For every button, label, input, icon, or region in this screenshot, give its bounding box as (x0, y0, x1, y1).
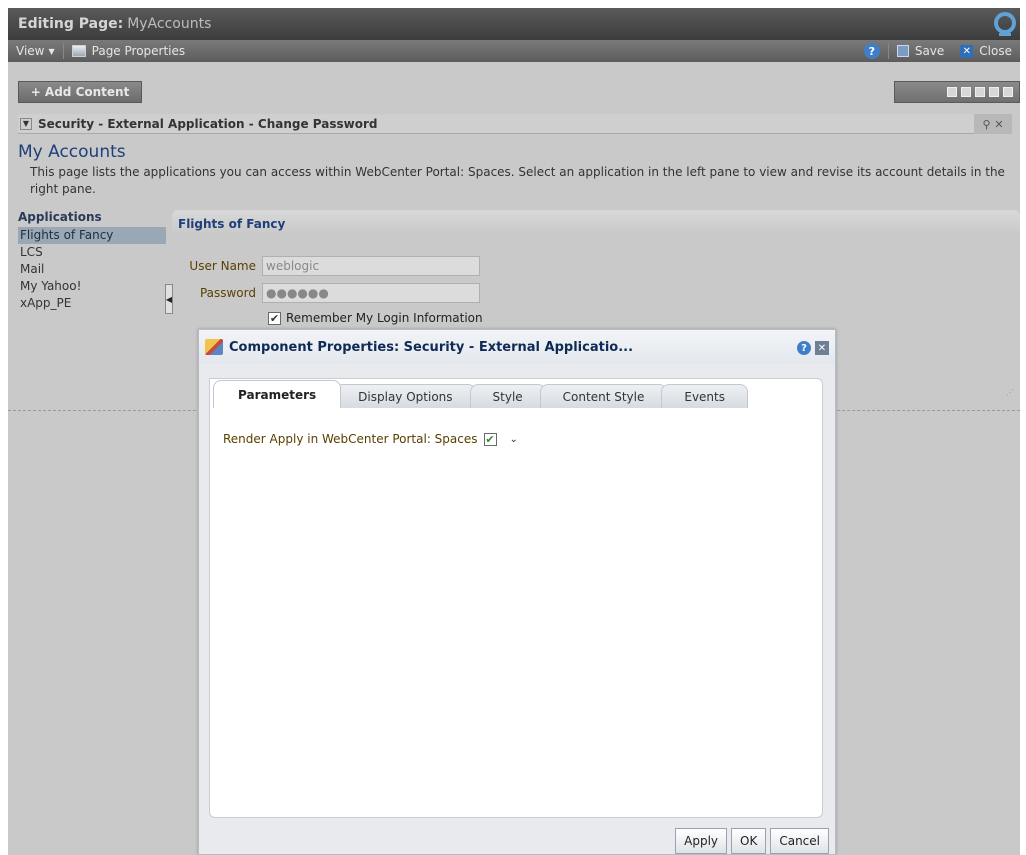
dialog-footer: Apply OK Cancel (199, 820, 835, 854)
tab-style[interactable]: Style (469, 384, 546, 408)
chevron-down-icon[interactable]: ⌄ (510, 434, 518, 445)
save-icon (896, 45, 909, 57)
title-bar: Editing Page: MyAccounts (8, 8, 1020, 40)
list-item[interactable]: Flights of Fancy (18, 227, 166, 244)
help-icon: ? (863, 43, 880, 59)
save-button[interactable]: Save (889, 40, 952, 62)
remember-row: ✔ Remember My Login Information (268, 311, 483, 325)
remember-label: Remember My Login Information (286, 311, 483, 325)
close-button[interactable]: ✕ Close (952, 40, 1020, 62)
page-description: This page lists the applications you can… (30, 165, 1005, 196)
component-properties-icon (205, 339, 223, 355)
tab-content-style[interactable]: Content Style (539, 384, 668, 408)
dialog-titlebar: Component Properties: Security - Externa… (199, 330, 835, 364)
title-label: Editing Page: (18, 16, 124, 32)
apply-button[interactable]: Apply (675, 828, 728, 854)
username-row: User Name weblogic (172, 256, 480, 276)
page-name: MyAccounts (127, 16, 212, 32)
password-row: Password ●●●●●● (172, 283, 480, 303)
help-button[interactable]: ? (856, 40, 888, 62)
close-label: Close (979, 44, 1012, 58)
layout-option-icon[interactable] (947, 87, 957, 97)
list-item[interactable]: xApp_PE (18, 295, 166, 312)
layout-option-icon[interactable] (1003, 87, 1013, 97)
chevron-down-icon[interactable]: ▼ (20, 117, 32, 130)
ok-button[interactable]: OK (731, 828, 767, 854)
component-tools[interactable]: ⚲ ✕ (974, 114, 1012, 134)
component-title: Security - External Application - Change… (38, 116, 378, 131)
applications-heading: Applications (18, 210, 102, 224)
layout-option-icon[interactable] (961, 87, 971, 97)
close-icon[interactable]: ✕ (815, 341, 829, 355)
list-item[interactable]: My Yahoo! (18, 278, 166, 295)
username-label: User Name (189, 259, 256, 273)
dialog-tabs: Parameters Display Options Style Content… (213, 380, 748, 408)
component-properties-dialog: Component Properties: Security - Externa… (198, 329, 836, 855)
page-properties-button[interactable]: Page Properties (64, 40, 194, 62)
oracle-logo-icon (994, 12, 1016, 36)
help-icon[interactable]: ? (797, 341, 811, 355)
page-title: My Accounts (18, 142, 126, 162)
password-field[interactable]: ●●●●●● (262, 283, 480, 303)
view-label: View (16, 44, 45, 58)
render-apply-checkbox[interactable]: ✔ (483, 432, 497, 446)
save-label: Save (914, 44, 945, 58)
add-content-button[interactable]: + Add Content (18, 81, 142, 103)
view-menu[interactable]: View ▼ (8, 40, 63, 62)
username-field[interactable]: weblogic (262, 256, 480, 276)
cancel-button[interactable]: Cancel (770, 828, 829, 854)
resize-grip-icon[interactable]: ⋰ (1006, 388, 1014, 397)
list-item[interactable]: LCS (18, 244, 166, 261)
render-apply-row: Render Apply in WebCenter Portal: Spaces… (223, 432, 518, 446)
remember-checkbox[interactable]: ✔ (268, 311, 281, 325)
layout-selector[interactable] (894, 81, 1020, 103)
close-icon: ✕ (960, 44, 974, 58)
tab-display-options[interactable]: Display Options (335, 384, 476, 408)
list-item[interactable]: Mail (18, 261, 166, 278)
component-header: ▼ Security - External Application - Chan… (18, 114, 1012, 134)
chevron-down-icon: ▼ (48, 46, 55, 56)
toolbar: View ▼ Page Properties ? Save ✕ Close (8, 40, 1020, 62)
dialog-title: Component Properties: Security - Externa… (229, 339, 634, 355)
layout-option-icon[interactable] (975, 87, 985, 97)
details-title: Flights of Fancy (172, 210, 1020, 236)
render-apply-label: Render Apply in WebCenter Portal: Spaces (223, 432, 478, 446)
editor-frame: Editing Page: MyAccounts View ▼ Page Pro… (8, 8, 1020, 855)
page-properties-label: Page Properties (91, 44, 186, 58)
tab-events[interactable]: Events (661, 384, 748, 408)
applications-list: Flights of Fancy LCS Mail My Yahoo! xApp… (18, 227, 166, 312)
password-label: Password (199, 286, 256, 300)
tab-parameters[interactable]: Parameters (213, 380, 342, 408)
layout-option-icon[interactable] (989, 87, 999, 97)
properties-icon (71, 45, 86, 57)
